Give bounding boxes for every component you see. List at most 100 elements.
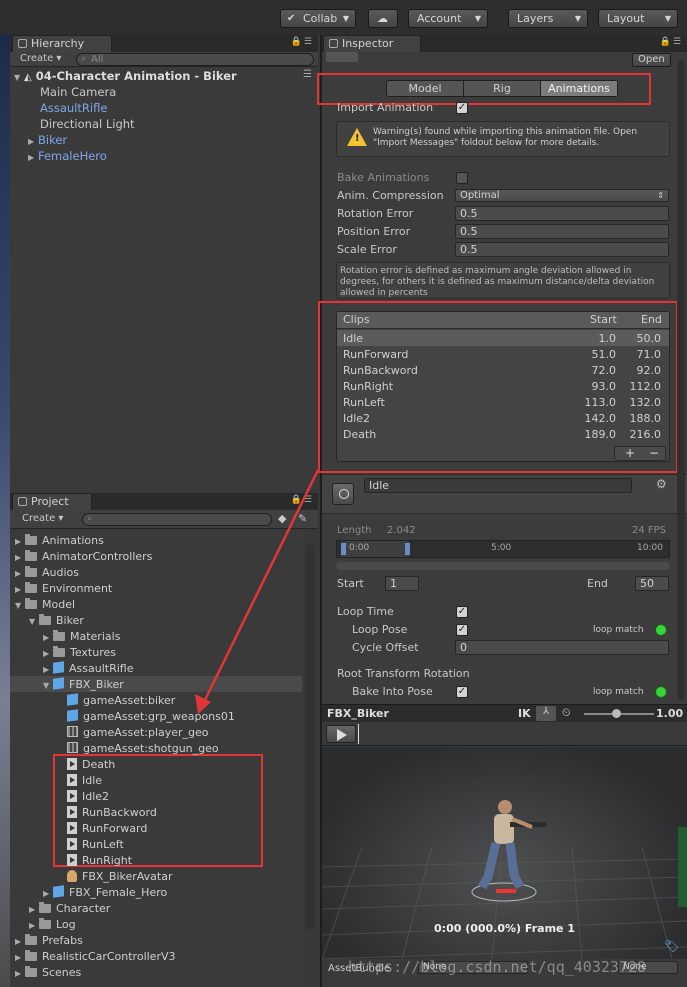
animation-clip-icon [67, 774, 77, 786]
project-item-label: RunBackword [82, 806, 157, 819]
expand-arrow-icon[interactable]: ▶ [43, 662, 53, 678]
project-item-label: Scenes [42, 966, 82, 979]
project-item[interactable]: gameAsset:biker [57, 693, 175, 709]
folder-icon [25, 934, 37, 945]
project-item-label: AssaultRifle [69, 662, 134, 675]
project-item-label: FBX_Female_Hero [69, 886, 168, 899]
animation-clip-icon [67, 854, 77, 866]
project-item[interactable]: ▶ Textures [43, 645, 116, 661]
folder-icon [39, 614, 51, 625]
model-prefab-icon [67, 709, 78, 722]
project-item[interactable]: Idle2 [57, 789, 109, 805]
project-item[interactable]: RunBackword [57, 805, 157, 821]
project-item[interactable]: ▶ Environment [15, 581, 112, 597]
project-item-label: Idle [82, 774, 103, 787]
project-item[interactable]: gameAsset:player_geo [57, 725, 209, 741]
unity-editor: ✔ Collab ▼ ☁ Account ▼ Layers ▼ Layout ▼… [0, 0, 687, 987]
mesh-icon [67, 742, 78, 753]
project-item[interactable]: ▶ RealisticCarControllerV3 [15, 949, 176, 965]
project-item[interactable]: ▶ Log [29, 917, 76, 933]
folder-icon [25, 950, 37, 961]
project-item[interactable]: gameAsset:grp_weapons01 [57, 709, 235, 725]
expand-arrow-icon[interactable]: ▶ [15, 950, 25, 966]
expand-arrow-icon[interactable]: ▶ [43, 886, 53, 902]
avatar-icon [67, 870, 77, 882]
animation-clip-icon [67, 806, 77, 818]
expand-arrow-icon[interactable]: ▶ [29, 902, 39, 918]
expand-arrow-icon[interactable]: ▶ [29, 918, 39, 934]
project-item-label: Biker [56, 614, 84, 627]
project-item-label: RealisticCarControllerV3 [42, 950, 176, 963]
project-item-label: gameAsset:shotgun_geo [83, 742, 219, 755]
model-prefab-icon [67, 693, 78, 706]
expand-arrow-down-icon[interactable]: ▼ [15, 598, 25, 614]
project-item-label: gameAsset:biker [83, 694, 176, 707]
project-item-label: gameAsset:grp_weapons01 [83, 710, 235, 723]
model-prefab-icon [53, 677, 64, 690]
project-item-label: gameAsset:player_geo [83, 726, 209, 739]
project-item-label: FBX_BikerAvatar [82, 870, 173, 883]
folder-icon [25, 966, 37, 977]
project-item-label: FBX_Biker [69, 678, 124, 691]
project-item[interactable]: ▼ FBX_Biker [43, 677, 124, 693]
project-item[interactable]: ▶ AnimatorControllers [15, 549, 152, 565]
expand-arrow-icon[interactable]: ▶ [15, 566, 25, 582]
project-item[interactable]: ▶ Materials [43, 629, 120, 645]
project-item[interactable]: ▶ Animations [15, 533, 104, 549]
project-item-label: Character [56, 902, 111, 915]
project-item-label: Textures [70, 646, 116, 659]
expand-arrow-icon[interactable]: ▶ [15, 934, 25, 950]
expand-arrow-icon[interactable]: ▶ [15, 582, 25, 598]
project-item[interactable]: gameAsset:shotgun_geo [57, 741, 219, 757]
project-item[interactable]: FBX_BikerAvatar [57, 869, 173, 885]
expand-arrow-down-icon[interactable]: ▼ [29, 614, 39, 630]
project-item-label: Environment [42, 582, 113, 595]
project-item[interactable]: ▼ Model [15, 597, 75, 613]
folder-icon [39, 918, 51, 929]
project-item[interactable]: ▶ Audios [15, 565, 79, 581]
expand-arrow-icon[interactable]: ▶ [15, 550, 25, 566]
project-item[interactable]: ▼ Biker [29, 613, 84, 629]
expand-arrow-icon[interactable]: ▶ [43, 630, 53, 646]
expand-arrow-icon[interactable]: ▶ [43, 646, 53, 662]
project-item[interactable]: RunForward [57, 821, 147, 837]
project-item-label: RunForward [82, 822, 148, 835]
animation-clip-icon [67, 822, 77, 834]
model-prefab-icon [53, 661, 64, 674]
animation-clip-icon [67, 838, 77, 850]
expand-arrow-down-icon[interactable]: ▼ [43, 678, 53, 694]
project-item[interactable]: ▶ Prefabs [15, 933, 83, 949]
project-item-label: Log [56, 918, 76, 931]
project-item-label: Animations [42, 534, 104, 547]
folder-icon [53, 630, 65, 641]
folder-icon [39, 902, 51, 913]
animation-clip-icon [67, 790, 77, 802]
expand-arrow-icon[interactable]: ▶ [15, 966, 25, 982]
animation-clip-icon [67, 758, 77, 770]
project-item-label: Death [82, 758, 116, 771]
project-item-label: Materials [70, 630, 121, 643]
mesh-icon [67, 726, 78, 737]
project-item[interactable]: RunLeft [57, 837, 124, 853]
folder-icon [53, 646, 65, 657]
model-prefab-icon [53, 885, 64, 898]
project-item[interactable]: Idle [57, 773, 102, 789]
folder-icon [25, 566, 37, 577]
project-item-label: AnimatorControllers [42, 550, 153, 563]
folder-icon [25, 534, 37, 545]
folder-icon [25, 598, 37, 609]
project-item-label: Prefabs [42, 934, 83, 947]
project-item-label: RunRight [82, 854, 133, 867]
project-item-label: RunLeft [82, 838, 124, 851]
project-item[interactable]: ▶ FBX_Female_Hero [43, 885, 167, 901]
project-item[interactable]: ▶ Character [29, 901, 110, 917]
folder-icon [25, 550, 37, 561]
project-item[interactable]: ▶ AssaultRifle [43, 661, 133, 677]
expand-arrow-icon[interactable]: ▶ [15, 534, 25, 550]
project-item[interactable]: ▶ Scenes [15, 965, 81, 981]
project-item[interactable]: Death [57, 757, 115, 773]
folder-icon [25, 582, 37, 593]
project-item[interactable]: RunRight [57, 853, 132, 869]
project-item-label: Audios [42, 566, 79, 579]
project-item-label: Model [42, 598, 76, 611]
